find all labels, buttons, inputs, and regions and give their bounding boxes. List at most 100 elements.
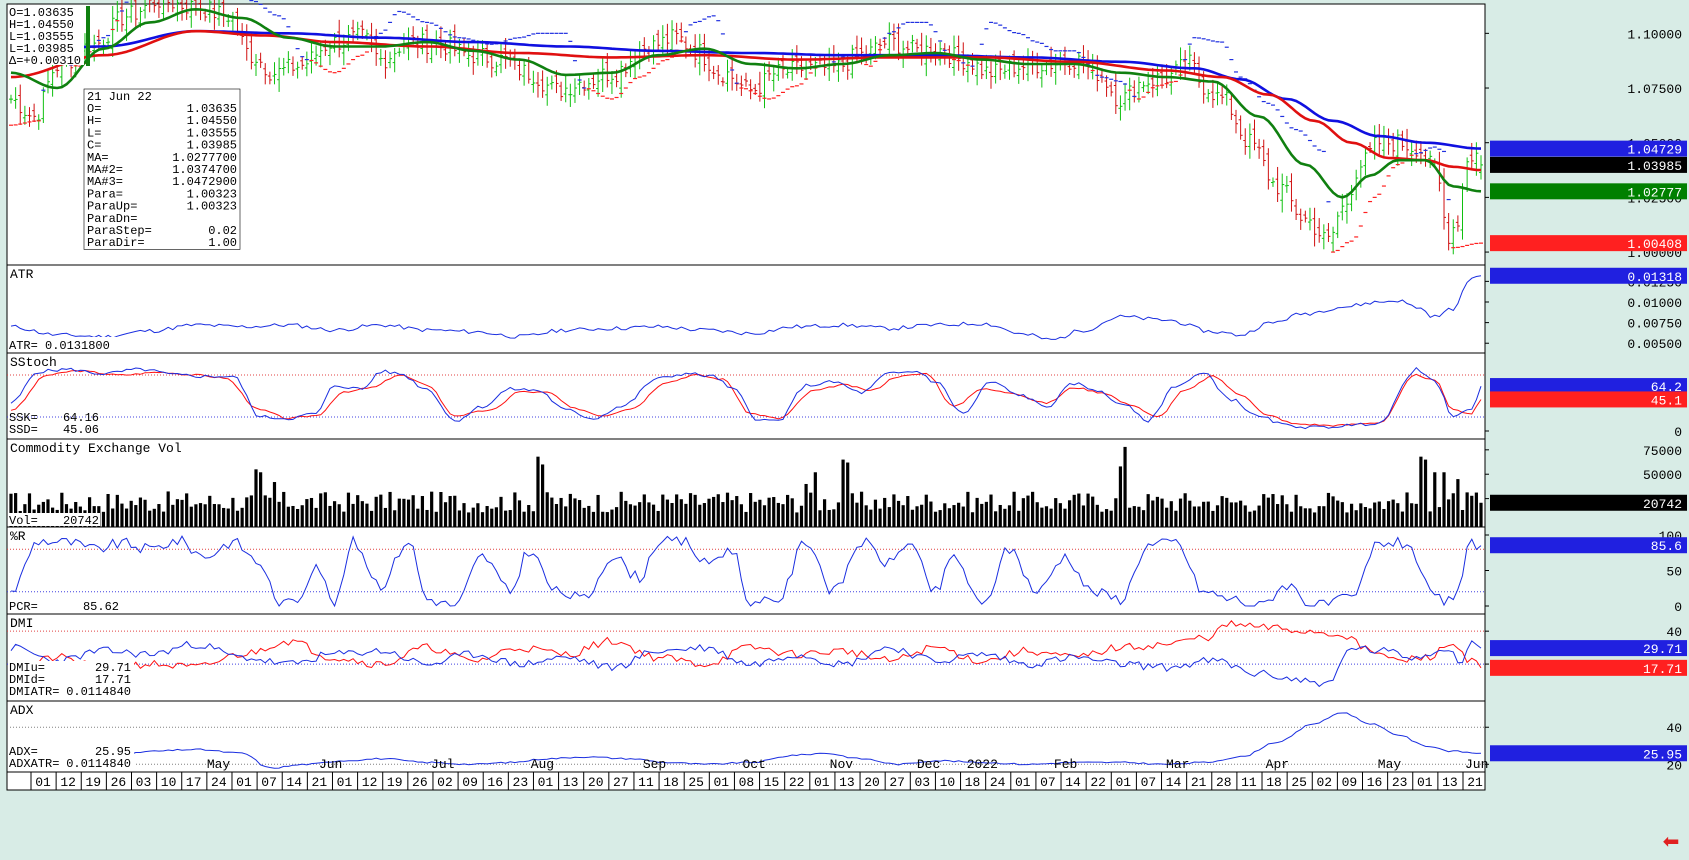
volume-bar — [1044, 506, 1049, 527]
volume-bar — [1405, 492, 1409, 527]
volume-bar — [1063, 508, 1067, 527]
x-axis-day-label: 07 — [261, 775, 277, 790]
volume-bar — [1465, 492, 1469, 527]
volume-bar — [1146, 494, 1150, 527]
volume-bar — [1202, 501, 1206, 527]
volume-bar — [813, 472, 817, 527]
x-axis-month-label: 2022 — [967, 757, 998, 772]
volume-bar — [1031, 491, 1035, 527]
volume-bar — [758, 499, 762, 527]
volume-bar — [786, 494, 790, 527]
volume-bar — [300, 505, 304, 527]
x-axis-day-label: 27 — [613, 775, 629, 790]
atr-value-tag: 0.01318 — [1627, 270, 1682, 285]
dmi-readout-label: DMIATR= — [9, 685, 59, 699]
price-y-tick-label: 1.10000 — [1627, 27, 1682, 42]
volume-bar — [1035, 502, 1039, 527]
volume-bar — [1312, 512, 1317, 527]
volume-bar — [1095, 504, 1099, 527]
volume-bar — [360, 501, 364, 527]
volume-bar — [106, 493, 110, 527]
volume-bar — [1377, 501, 1381, 527]
volume-bar — [896, 500, 901, 527]
volume-bar — [744, 511, 748, 527]
volume-bar — [1382, 508, 1386, 527]
volume-bar — [1165, 507, 1169, 527]
volume-bar — [1423, 459, 1428, 527]
x-axis-month-label: Nov — [830, 757, 854, 772]
volume-bar — [305, 499, 309, 527]
x-axis-day-label: 25 — [1291, 775, 1307, 790]
x-axis-day-label: 20 — [864, 775, 880, 790]
volume-bar — [138, 497, 143, 527]
atr-panel-frame — [6, 264, 1486, 354]
volume-bar — [425, 509, 429, 527]
volume-bar — [101, 511, 106, 527]
x-axis-day-label: 11 — [1241, 775, 1257, 790]
volume-bar — [166, 491, 170, 527]
volume-bar — [1007, 505, 1012, 527]
volume-bar — [1280, 495, 1284, 527]
volume-bar — [661, 494, 665, 527]
volume-bar — [1331, 496, 1335, 527]
scroll-right-arrow-icon[interactable]: ⬅ — [1660, 831, 1682, 851]
adx-value-tag: 25.95 — [1643, 747, 1682, 762]
x-axis-day-label: 23 — [513, 775, 529, 790]
volume-bar — [374, 496, 378, 527]
volume-bar — [1091, 496, 1095, 527]
volume-bar — [707, 498, 711, 527]
volume-bar — [245, 497, 249, 527]
dmi-y-tick-label: 40 — [1666, 625, 1682, 640]
volume-bar — [1188, 500, 1192, 527]
x-axis-day-label: 20 — [588, 775, 604, 790]
volume-bar — [619, 491, 623, 527]
volume-bar — [545, 492, 549, 527]
volume-bar — [402, 498, 406, 527]
volume-bar — [369, 510, 374, 527]
x-axis-day-label: 28 — [1216, 775, 1232, 790]
volume-bar — [698, 504, 702, 527]
volume-bar — [1373, 502, 1377, 527]
volume-bar — [1021, 498, 1025, 527]
volume-bar — [1058, 503, 1062, 527]
volume-bar — [1368, 508, 1372, 527]
volume-bar — [702, 503, 706, 527]
adx-y-tick-label: 40 — [1666, 721, 1682, 736]
volume-bar — [1345, 512, 1349, 527]
atr-y-tick-label: 0.00750 — [1627, 317, 1682, 332]
x-axis-day-label: 01 — [35, 775, 51, 790]
volume-bar — [222, 507, 226, 527]
volume-bar — [827, 509, 831, 527]
volume-bar — [1225, 497, 1229, 527]
x-axis-day-label: 21 — [312, 775, 328, 790]
volume-bar — [605, 512, 609, 527]
volume-bar — [809, 492, 813, 527]
volume-bar — [970, 512, 975, 527]
volume-bar — [892, 494, 896, 527]
volume-bar — [453, 495, 457, 527]
volume-bar — [1460, 509, 1465, 527]
volume-bar — [1243, 505, 1247, 527]
volume-bar — [762, 505, 767, 527]
x-axis-day-label: 18 — [965, 775, 981, 790]
volume-bar — [994, 511, 998, 527]
x-axis-day-label: 01 — [1417, 775, 1433, 790]
x-axis-month-label: Oct — [742, 757, 765, 772]
volume-bar — [231, 497, 235, 527]
volume-bar — [129, 500, 133, 527]
volume-bar — [1109, 510, 1113, 527]
volume-bar — [430, 491, 434, 527]
volume-bar — [920, 504, 924, 527]
volume-bar — [887, 507, 891, 527]
volume-bar — [462, 503, 466, 527]
x-axis-day-label: 25 — [688, 775, 704, 790]
volume-readout-label: Vol= — [9, 514, 38, 528]
volume-bar — [527, 505, 531, 527]
volume-bar — [531, 511, 535, 527]
volume-bar — [314, 507, 318, 527]
x-axis-day-label: 13 — [1442, 775, 1458, 790]
volume-bar — [208, 495, 212, 527]
adx-readout-value: 0.0114840 — [66, 757, 131, 771]
volume-bar — [869, 509, 873, 527]
x-axis-day-label: 14 — [1065, 775, 1081, 790]
